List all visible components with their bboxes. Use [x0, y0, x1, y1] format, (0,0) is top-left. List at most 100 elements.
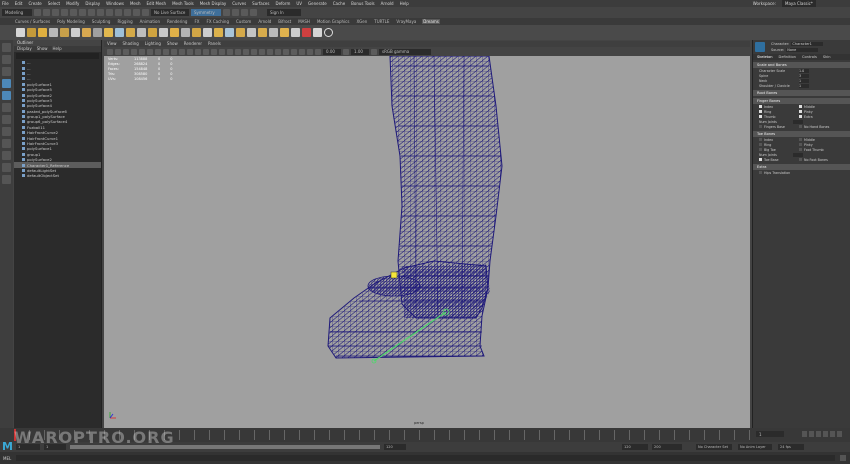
rotate-tool-icon[interactable] [2, 91, 11, 100]
menu-deform[interactable]: Deform [275, 1, 290, 6]
shoulder-field[interactable]: 1 [799, 83, 809, 88]
select-hierarchy-icon[interactable] [79, 9, 86, 16]
shelf-icon-15[interactable] [170, 28, 179, 37]
redo-icon[interactable] [70, 9, 77, 16]
mode-select[interactable]: Modeling [2, 9, 32, 16]
shelf-icon-4[interactable] [49, 28, 58, 37]
menu-display[interactable]: Display [85, 1, 100, 6]
wireframe-on-shaded-icon[interactable] [219, 48, 225, 55]
exposure-icon[interactable] [315, 48, 321, 55]
shelf-icon-12[interactable] [137, 28, 146, 37]
menu-surfaces[interactable]: Surfaces [252, 1, 269, 6]
layout-stack-icon[interactable] [2, 151, 11, 160]
menu-mesh[interactable]: Mesh [130, 1, 141, 6]
range-end-field[interactable]: 120 [384, 444, 406, 450]
camera-icon[interactable] [107, 48, 113, 55]
render-icon[interactable] [223, 9, 230, 16]
shelf-icon-1[interactable] [16, 28, 25, 37]
no-foot-bones-checkbox[interactable]: No Foot Bones [799, 158, 835, 162]
select-tool-icon[interactable] [2, 43, 11, 52]
toe-ring-checkbox[interactable]: Ring [759, 143, 795, 147]
layout-single-icon[interactable] [2, 115, 11, 124]
default-material-icon[interactable] [211, 48, 217, 55]
shelf-icon-19[interactable] [214, 28, 223, 37]
symmetry-select[interactable]: Symmetry [191, 9, 221, 16]
hips-translation-checkbox[interactable]: Hips Translation [759, 171, 819, 175]
layout-graph-icon[interactable] [2, 175, 11, 184]
shelf-tab-mash[interactable]: MASH [297, 19, 311, 24]
hypershade-icon[interactable] [250, 9, 257, 16]
shelf-icon-24[interactable] [269, 28, 278, 37]
neck-field[interactable]: 1 [799, 78, 809, 83]
section-root-bones[interactable]: Root Bones [753, 90, 850, 96]
go-to-start-icon[interactable] [802, 431, 807, 437]
toe-index-checkbox[interactable]: Index [759, 138, 795, 142]
shelf-tab-fx[interactable]: FX [193, 19, 200, 24]
menu-mesh-tools[interactable]: Mesh Tools [172, 1, 194, 6]
current-frame-field[interactable]: 1 [756, 431, 784, 437]
shelf-icon-8[interactable] [93, 28, 102, 37]
shelf-icon-11[interactable] [126, 28, 135, 37]
shelf-tab-curves[interactable]: Curves / Surfaces [14, 19, 51, 24]
command-input[interactable] [16, 455, 835, 461]
shelf-tab-animation[interactable]: Animation [139, 19, 161, 24]
snap-grid-icon[interactable] [106, 9, 113, 16]
shelf-icon-16[interactable] [181, 28, 190, 37]
fps-select[interactable]: 24 fps [778, 444, 804, 450]
shelf-tab-fx-caching[interactable]: FX Caching [206, 19, 230, 24]
shadows-icon[interactable] [243, 48, 249, 55]
workspace-select[interactable]: Maya Classic* [782, 0, 816, 7]
outliner-menu-show[interactable]: Show [37, 46, 48, 52]
character-select[interactable]: Character1 [791, 41, 824, 47]
shelf-icon-10[interactable] [115, 28, 124, 37]
image-plane-icon[interactable] [131, 48, 137, 55]
big-toe-checkbox[interactable]: Big Toe [759, 148, 795, 152]
field-chart-icon[interactable] [171, 48, 177, 55]
toe-pinky-checkbox[interactable]: Pinky [799, 143, 835, 147]
viewport[interactable]: Verts: 113888 0 0 Edges: 268824 0 0 Faces: 1548… [104, 56, 750, 428]
end-frame-field[interactable]: 120 [622, 444, 648, 450]
ipr-render-icon[interactable] [232, 9, 239, 16]
shelf-tab-motion[interactable]: Motion Graphics [316, 19, 351, 24]
color-management-icon[interactable] [371, 48, 377, 55]
isolate-select-icon[interactable] [283, 48, 289, 55]
shelf-icon-9[interactable] [104, 28, 113, 37]
menu-windows[interactable]: Windows [106, 1, 124, 6]
select-object-icon[interactable] [88, 9, 95, 16]
gate-mask-icon[interactable] [163, 48, 169, 55]
shelf-tab-rendering[interactable]: Rendering [166, 19, 188, 24]
film-gate-icon[interactable] [147, 48, 153, 55]
shelf-tab-bifrost[interactable]: Bifrost [277, 19, 292, 24]
menu-cache[interactable]: Cache [333, 1, 345, 6]
shelf-icon-21[interactable] [236, 28, 245, 37]
safe-action-icon[interactable] [179, 48, 185, 55]
scale-tool-icon[interactable] [2, 103, 11, 112]
menu-mesh-display[interactable]: Mesh Display [200, 1, 227, 6]
shelf-tab-poly[interactable]: Poly Modeling [56, 19, 86, 24]
xray-joints-icon[interactable] [307, 48, 313, 55]
shelf-icon-13[interactable] [148, 28, 157, 37]
menu-edit-mesh[interactable]: Edit Mesh [147, 1, 167, 6]
shelf-icon-25[interactable] [280, 28, 289, 37]
smooth-shade-icon[interactable] [203, 48, 209, 55]
outliner-search-input[interactable] [16, 53, 99, 59]
depth-of-field-icon[interactable] [275, 48, 281, 55]
extra-checkbox[interactable]: Extra [799, 115, 835, 119]
middle-checkbox[interactable]: Middle [799, 105, 835, 109]
snap-curve-icon[interactable] [115, 9, 122, 16]
step-forward-icon[interactable] [830, 431, 835, 437]
outliner-menu-help[interactable]: Help [53, 46, 62, 52]
exposure-field[interactable]: 0.00 [323, 48, 341, 55]
bookmark-icon[interactable] [123, 48, 129, 55]
shelf-tab-turtle[interactable]: TURTLE [373, 19, 390, 24]
shelf-icon-2[interactable] [27, 28, 36, 37]
character-set-select[interactable]: No Character Set [696, 444, 732, 450]
shelf-icon-23[interactable] [258, 28, 267, 37]
shelf-icon-14[interactable] [159, 28, 168, 37]
tab-skeleton[interactable]: Skeleton [757, 54, 773, 60]
wireframe-icon[interactable] [195, 48, 201, 55]
toe-middle-checkbox[interactable]: Middle [799, 138, 835, 142]
paint-select-icon[interactable] [2, 67, 11, 76]
motion-blur-icon[interactable] [259, 48, 265, 55]
shelf-icon-26[interactable] [291, 28, 300, 37]
